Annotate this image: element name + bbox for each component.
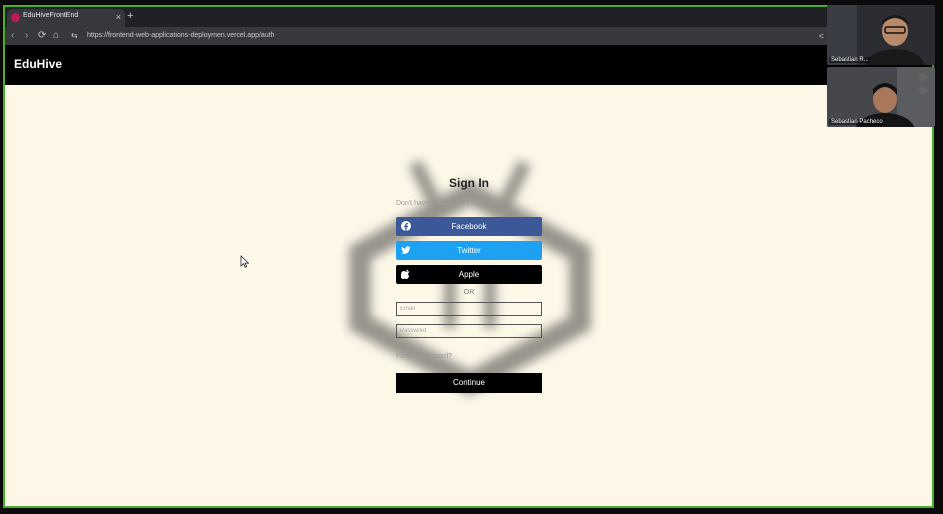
participant-name: Sebastian R...	[829, 57, 871, 63]
forgot-password-link[interactable]: Forgot password?	[396, 353, 452, 360]
browser-tab[interactable]: EduHiveFrontEnd ×	[7, 9, 125, 27]
email-field[interactable]	[396, 302, 542, 316]
twitter-label: Twitter	[457, 246, 481, 255]
facebook-button[interactable]: Facebook	[396, 217, 542, 236]
participant-name: Sebastian Pacheco	[829, 119, 885, 125]
home-icon[interactable]: ⌂	[53, 28, 59, 44]
url-text[interactable]: https://frontend-web-applications-deploy…	[87, 29, 275, 43]
screen-share-frame: EduHiveFrontEnd × + ‹ › ⟳ ⌂ ⇆ https://fr…	[3, 5, 934, 508]
browser-tab-bar: EduHiveFrontEnd × +	[5, 7, 932, 27]
brand-logo[interactable]: EduHive	[14, 57, 62, 71]
new-tab-icon[interactable]: +	[127, 9, 133, 23]
continue-button[interactable]: Continue	[396, 373, 542, 393]
facebook-icon	[401, 221, 411, 231]
apple-button[interactable]: Apple	[396, 265, 542, 284]
apple-label: Apple	[458, 270, 480, 279]
participant-1-video	[827, 5, 935, 65]
browser-toolbar: ‹ › ⟳ ⌂ ⇆ https://frontend-web-applicati…	[5, 27, 932, 45]
sign-up-prompt[interactable]: Don't have an account? Sign Up	[396, 200, 496, 207]
site-settings-icon[interactable]: ⇆	[71, 29, 78, 43]
apple-icon	[401, 269, 410, 279]
mouse-cursor-icon	[240, 255, 250, 268]
twitter-button[interactable]: Twitter	[396, 241, 542, 260]
password-field[interactable]	[396, 324, 542, 338]
auth-page: Sign In Don't have an account? Sign Up F…	[5, 85, 932, 506]
facebook-label: Facebook	[451, 222, 487, 231]
video-tile-participant-2[interactable]: Sebastian Pacheco	[827, 67, 935, 127]
or-divider: OR	[463, 289, 475, 296]
twitter-bird-icon	[401, 246, 411, 254]
app-header: EduHive	[5, 45, 932, 85]
address-bar[interactable]: ⇆ https://frontend-web-applications-depl…	[67, 29, 823, 43]
share-icon[interactable]: <	[819, 28, 824, 44]
forward-icon[interactable]: ›	[25, 28, 28, 44]
reload-icon[interactable]: ⟳	[38, 28, 46, 44]
video-tile-participant-1[interactable]: Sebastian R...	[827, 5, 935, 65]
sign-in-title: Sign In	[449, 176, 489, 190]
participant-2-video	[827, 67, 935, 127]
sign-in-card: Sign In Don't have an account? Sign Up F…	[396, 176, 542, 393]
site-favicon-icon	[11, 13, 20, 22]
tab-close-icon[interactable]: ×	[116, 11, 121, 23]
tab-title: EduHiveFrontEnd	[23, 12, 79, 19]
back-icon[interactable]: ‹	[11, 28, 14, 44]
